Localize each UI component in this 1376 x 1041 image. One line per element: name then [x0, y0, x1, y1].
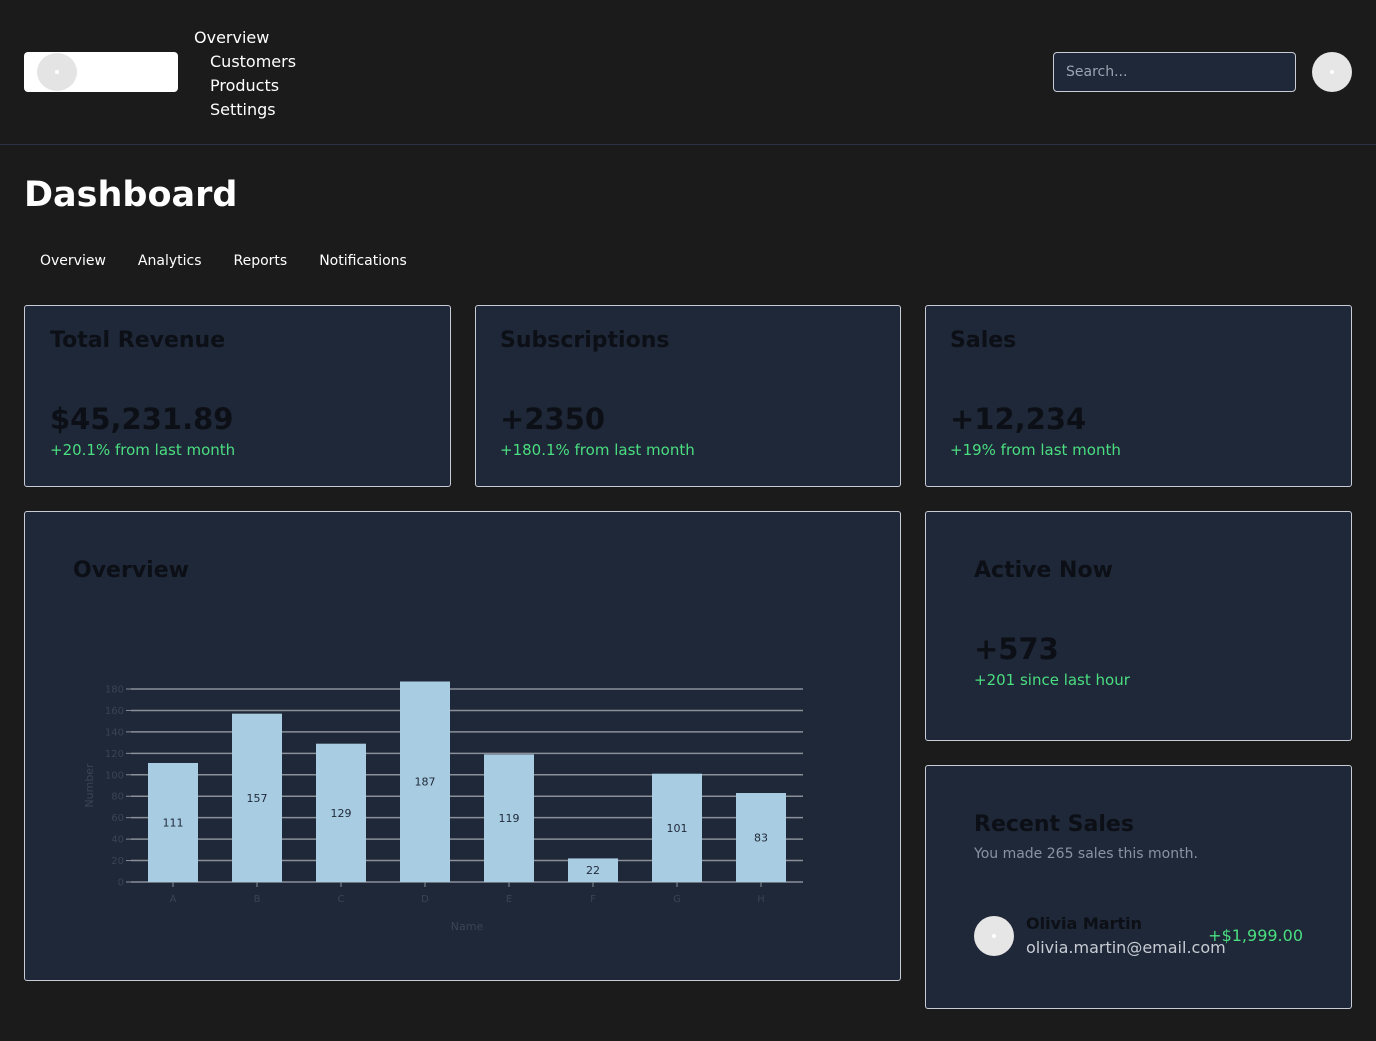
bar-data-label: 111 — [163, 816, 184, 829]
card-change: +20.1% from last month — [50, 441, 236, 459]
overview-bar-chart: 0 20 40 60 80 100 120 140 160 180 Number 111 A 157 B 12… — [83, 681, 803, 933]
nav-link-customers[interactable]: Customers — [194, 50, 296, 74]
tab-reports[interactable]: Reports — [218, 248, 304, 274]
total-revenue-card: Total Revenue $45,231.89 +20.1% from las… — [24, 305, 451, 487]
card-change: +19% from last month — [950, 441, 1121, 459]
bar-data-label: 157 — [247, 792, 268, 805]
x-tick-label: D — [421, 894, 429, 905]
recent-sales-subtitle: You made 265 sales this month. — [974, 846, 1198, 862]
card-value: +12,234 — [950, 402, 1087, 436]
subscriptions-card: Subscriptions +2350 +180.1% from last mo… — [475, 305, 901, 487]
card-value: $45,231.89 — [50, 402, 234, 436]
card-value: +2350 — [500, 402, 606, 436]
recent-sales-card: Recent Sales You made 265 sales this mon… — [925, 765, 1352, 1009]
y-tick-label: 100 — [105, 770, 124, 781]
bar-data-label: 187 — [415, 776, 436, 789]
nav-link-overview[interactable]: Overview — [194, 26, 296, 50]
tab-analytics[interactable]: Analytics — [122, 248, 218, 274]
y-tick-label: 60 — [111, 813, 124, 824]
top-navigation-bar: Overview Customers Products Settings — [0, 0, 1376, 145]
y-tick-label: 40 — [111, 835, 124, 846]
sale-customer-name: Olivia Martin — [1026, 914, 1142, 933]
y-tick-label: 0 — [118, 878, 124, 889]
tab-overview[interactable]: Overview — [24, 248, 122, 274]
sale-amount: +$1,999.00 — [1208, 926, 1303, 945]
main-nav: Overview Customers Products Settings — [194, 26, 296, 122]
overview-chart-card: Overview 0 20 40 60 80 100 120 140 160 180 Number 1… — [24, 511, 901, 981]
sale-customer-email: olivia.martin@email.com — [1026, 938, 1226, 957]
bar-data-label: 83 — [754, 832, 768, 845]
x-tick-label: G — [673, 894, 681, 905]
card-title: Total Revenue — [50, 328, 226, 353]
x-axis-label: Name — [451, 920, 484, 933]
page-title: Dashboard — [24, 175, 238, 215]
y-tick-label: 120 — [105, 749, 124, 760]
x-tick-label: A — [170, 894, 177, 905]
user-avatar[interactable] — [1312, 52, 1352, 92]
dashboard-tabs: Overview Analytics Reports Notifications — [24, 248, 423, 274]
x-tick-label: H — [757, 894, 765, 905]
y-axis-label: Number — [83, 763, 96, 808]
bar-data-label: 22 — [586, 864, 600, 877]
y-tick-label: 160 — [105, 706, 124, 717]
y-tick-label: 80 — [111, 792, 124, 803]
y-tick-label: 180 — [105, 685, 124, 696]
card-value: +573 — [974, 632, 1059, 666]
active-now-card: Active Now +573 +201 since last hour — [925, 511, 1352, 741]
team-switcher-button[interactable] — [24, 52, 178, 92]
bar-data-label: 119 — [499, 812, 520, 825]
card-title: Sales — [950, 328, 1017, 353]
y-tick-label: 140 — [105, 727, 124, 738]
card-change: +201 since last hour — [974, 671, 1130, 689]
x-tick-label: B — [254, 894, 261, 905]
nav-link-products[interactable]: Products — [194, 74, 296, 98]
nav-link-settings[interactable]: Settings — [194, 98, 296, 122]
y-tick-label: 20 — [111, 856, 124, 867]
card-title: Active Now — [974, 558, 1113, 583]
x-tick-label: E — [506, 894, 512, 905]
team-avatar-icon — [37, 53, 77, 91]
card-change: +180.1% from last month — [500, 441, 695, 459]
bar-data-label: 129 — [331, 807, 352, 820]
sales-card: Sales +12,234 +19% from last month — [925, 305, 1352, 487]
bar-data-label: 101 — [667, 822, 688, 835]
card-title: Recent Sales — [974, 812, 1134, 837]
search-input[interactable] — [1053, 52, 1296, 92]
tab-notifications[interactable]: Notifications — [303, 248, 423, 274]
x-tick-label: C — [338, 894, 345, 905]
x-tick-label: F — [590, 894, 596, 905]
avatar — [974, 916, 1014, 956]
card-title: Subscriptions — [500, 328, 670, 353]
